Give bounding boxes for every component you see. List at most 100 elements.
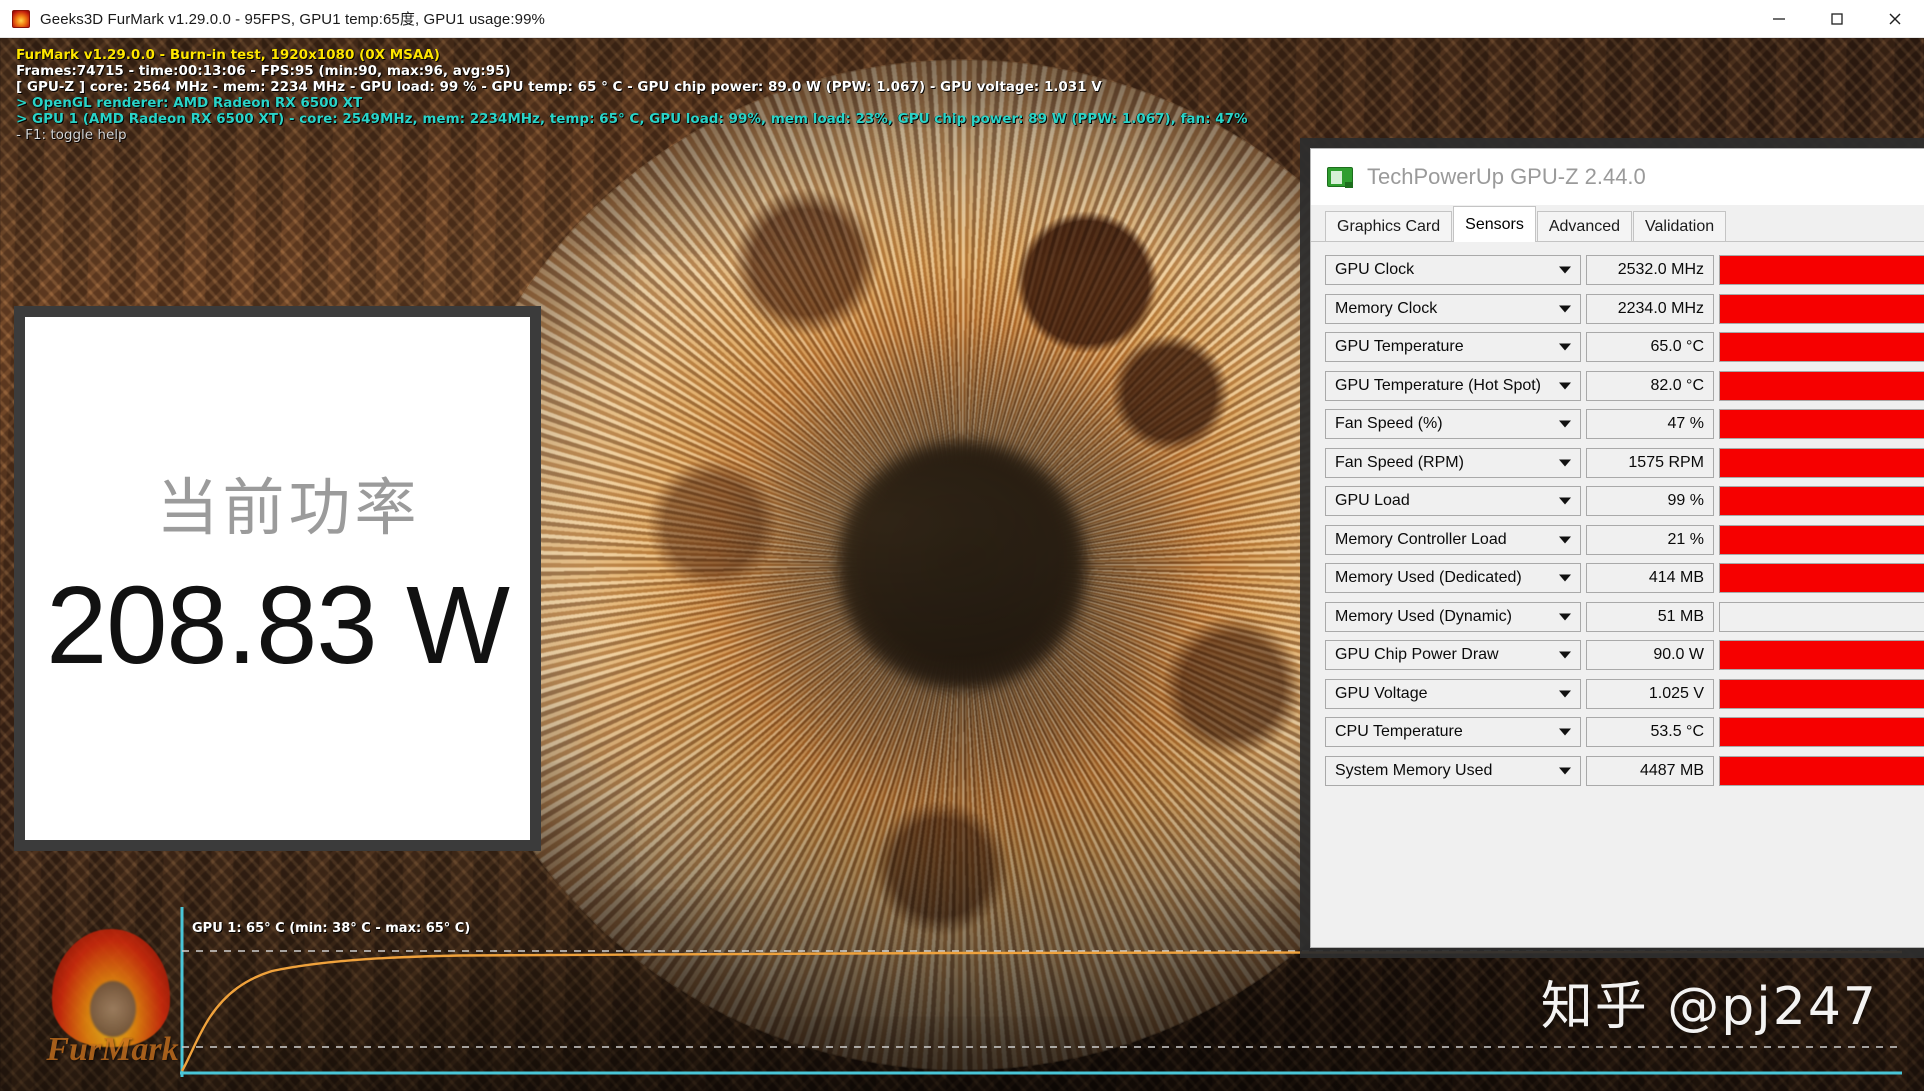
sensor-row: GPU Voltage 1.025 V [1325,675,1924,714]
sensor-name-dropdown[interactable]: System Memory Used [1325,755,1581,786]
sensor-bar-fill [1720,448,1924,477]
chevron-down-icon [1559,420,1571,428]
furmark-render-viewport: FurMark v1.29.0.0 - Burn-in test, 1920x1… [0,38,1924,1091]
sensor-value: 65.0 °C [1586,332,1714,363]
sensor-row: Fan Speed (%) 47 % [1325,405,1924,444]
sensor-bar [1719,678,1924,709]
sensor-bar [1719,524,1924,555]
sensor-bar [1719,601,1924,632]
sensor-bar [1719,332,1924,363]
sensor-row: GPU Load 99 % [1325,482,1924,521]
gpuz-tab-bar: Graphics Card Sensors Advanced Validatio… [1311,206,1924,242]
chevron-down-icon [1559,728,1571,736]
close-button[interactable] [1866,0,1924,38]
furmark-logo-text: FurMark [46,1031,179,1068]
sensor-bar-fill [1720,641,1924,670]
sensor-bar [1719,409,1924,440]
sensor-row: CPU Temperature 53.5 °C [1325,713,1924,752]
sensor-bar-fill [1720,294,1924,323]
tab-sensors[interactable]: Sensors [1453,206,1536,242]
sensor-value: 1.025 V [1586,678,1714,709]
sensor-value: 90.0 W [1586,640,1714,671]
sensor-name-dropdown[interactable]: GPU Chip Power Draw [1325,640,1581,671]
sensor-value: 1575 RPM [1586,447,1714,478]
sensor-row: Memory Clock 2234.0 MHz [1325,290,1924,329]
sensor-bar-fill [1720,333,1924,362]
gpuz-window: TechPowerUp GPU-Z 2.44.0 Graphics Card S… [1310,148,1924,948]
overlay-line-version: FurMark v1.29.0.0 - Burn-in test, 1920x1… [16,47,440,63]
sensor-bar-fill [1720,718,1924,747]
sensor-bar [1719,640,1924,671]
app-root: Geeks3D FurMark v1.29.0.0 - 95FPS, GPU1 … [0,0,1924,1091]
tab-graphics-card[interactable]: Graphics Card [1325,211,1453,241]
flame-hole [90,981,136,1037]
chevron-down-icon [1559,305,1571,313]
graphics-card-icon [1327,167,1353,188]
sensor-name-dropdown[interactable]: Memory Used (Dedicated) [1325,563,1581,594]
sensor-name-dropdown[interactable]: Fan Speed (RPM) [1325,447,1581,478]
furmark-overlay-stats: FurMark v1.29.0.0 - Burn-in test, 1920x1… [16,47,1248,143]
graph-legend-label: GPU 1: 65° C (min: 38° C - max: 65° C) [192,921,471,936]
chevron-down-icon [1559,536,1571,544]
sensor-bar [1719,717,1924,748]
gpuz-title-text: TechPowerUp GPU-Z 2.44.0 [1367,164,1646,189]
sensor-name-dropdown[interactable]: Memory Clock [1325,293,1581,324]
chevron-down-icon [1559,497,1571,505]
sensor-bar [1719,486,1924,517]
sensor-bar-fill [1720,410,1924,439]
sensor-bar [1719,370,1924,401]
minimize-button[interactable] [1750,0,1808,38]
sensor-row: Fan Speed (RPM) 1575 RPM [1325,444,1924,483]
maximize-button[interactable] [1808,0,1866,38]
sensor-name-dropdown[interactable]: GPU Load [1325,486,1581,517]
tab-validation[interactable]: Validation [1633,211,1727,241]
power-meter-window: 当前功率 208.83 W [14,306,541,851]
sensor-value: 414 MB [1586,563,1714,594]
watermark: 知乎 @pj247 [1540,977,1878,1037]
sensor-name-dropdown[interactable]: Memory Used (Dynamic) [1325,601,1581,632]
overlay-line-gpu1: > GPU 1 (AMD Radeon RX 6500 XT) - core: … [16,111,1248,127]
overlay-line-frames: Frames:74715 - time:00:13:06 - FPS:95 (m… [16,63,511,79]
sensor-row: Memory Used (Dedicated) 414 MB [1325,559,1924,598]
sensor-value: 4487 MB [1586,755,1714,786]
sensor-bar-fill [1720,564,1924,593]
sensor-bar [1719,255,1924,286]
chevron-down-icon [1559,690,1571,698]
sensor-name-dropdown[interactable]: CPU Temperature [1325,717,1581,748]
sensor-bar-fill [1720,487,1924,516]
gpuz-sensor-list: GPU Clock 2532.0 MHz Memory Clock 2234.0 MH… [1311,242,1924,947]
chevron-down-icon [1559,574,1571,582]
sensor-value: 82.0 °C [1586,370,1714,401]
sensor-name-dropdown[interactable]: GPU Voltage [1325,678,1581,709]
chevron-down-icon [1559,382,1571,390]
sensor-name-dropdown[interactable]: Fan Speed (%) [1325,409,1581,440]
power-meter-label: 当前功率 [156,470,421,544]
sensor-name-dropdown[interactable]: GPU Temperature (Hot Spot) [1325,370,1581,401]
window-title-bar: Geeks3D FurMark v1.29.0.0 - 95FPS, GPU1 … [0,0,1924,38]
window-controls [1750,0,1924,38]
sensor-row: System Memory Used 4487 MB [1325,752,1924,791]
sensor-name-dropdown[interactable]: Memory Controller Load [1325,524,1581,555]
sensor-row: Memory Used (Dynamic) 51 MB [1325,598,1924,637]
furmark-logo: FurMark [30,925,195,1085]
sensor-bar-fill [1720,679,1924,708]
sensor-value: 99 % [1586,486,1714,517]
sensor-name-dropdown[interactable]: GPU Temperature [1325,332,1581,363]
sensor-row: Memory Controller Load 21 % [1325,521,1924,560]
sensor-value: 47 % [1586,409,1714,440]
chevron-down-icon [1559,266,1571,274]
chevron-down-icon [1559,343,1571,351]
chevron-down-icon [1559,767,1571,775]
overlay-line-help: - F1: toggle help [16,127,127,143]
sensor-value: 21 % [1586,524,1714,555]
sensor-bar [1719,293,1924,324]
furmark-icon [12,9,30,28]
sensor-bar [1719,447,1924,478]
sensor-bar [1719,755,1924,786]
window-title: Geeks3D FurMark v1.29.0.0 - 95FPS, GPU1 … [40,11,545,28]
sensor-bar-fill [1720,256,1924,285]
sensor-value: 51 MB [1586,601,1714,632]
tab-advanced[interactable]: Advanced [1536,211,1633,241]
sensor-name-dropdown[interactable]: GPU Clock [1325,255,1581,286]
overlay-line-gpuz: [ GPU-Z ] core: 2564 MHz - mem: 2234 MHz… [16,79,1102,95]
